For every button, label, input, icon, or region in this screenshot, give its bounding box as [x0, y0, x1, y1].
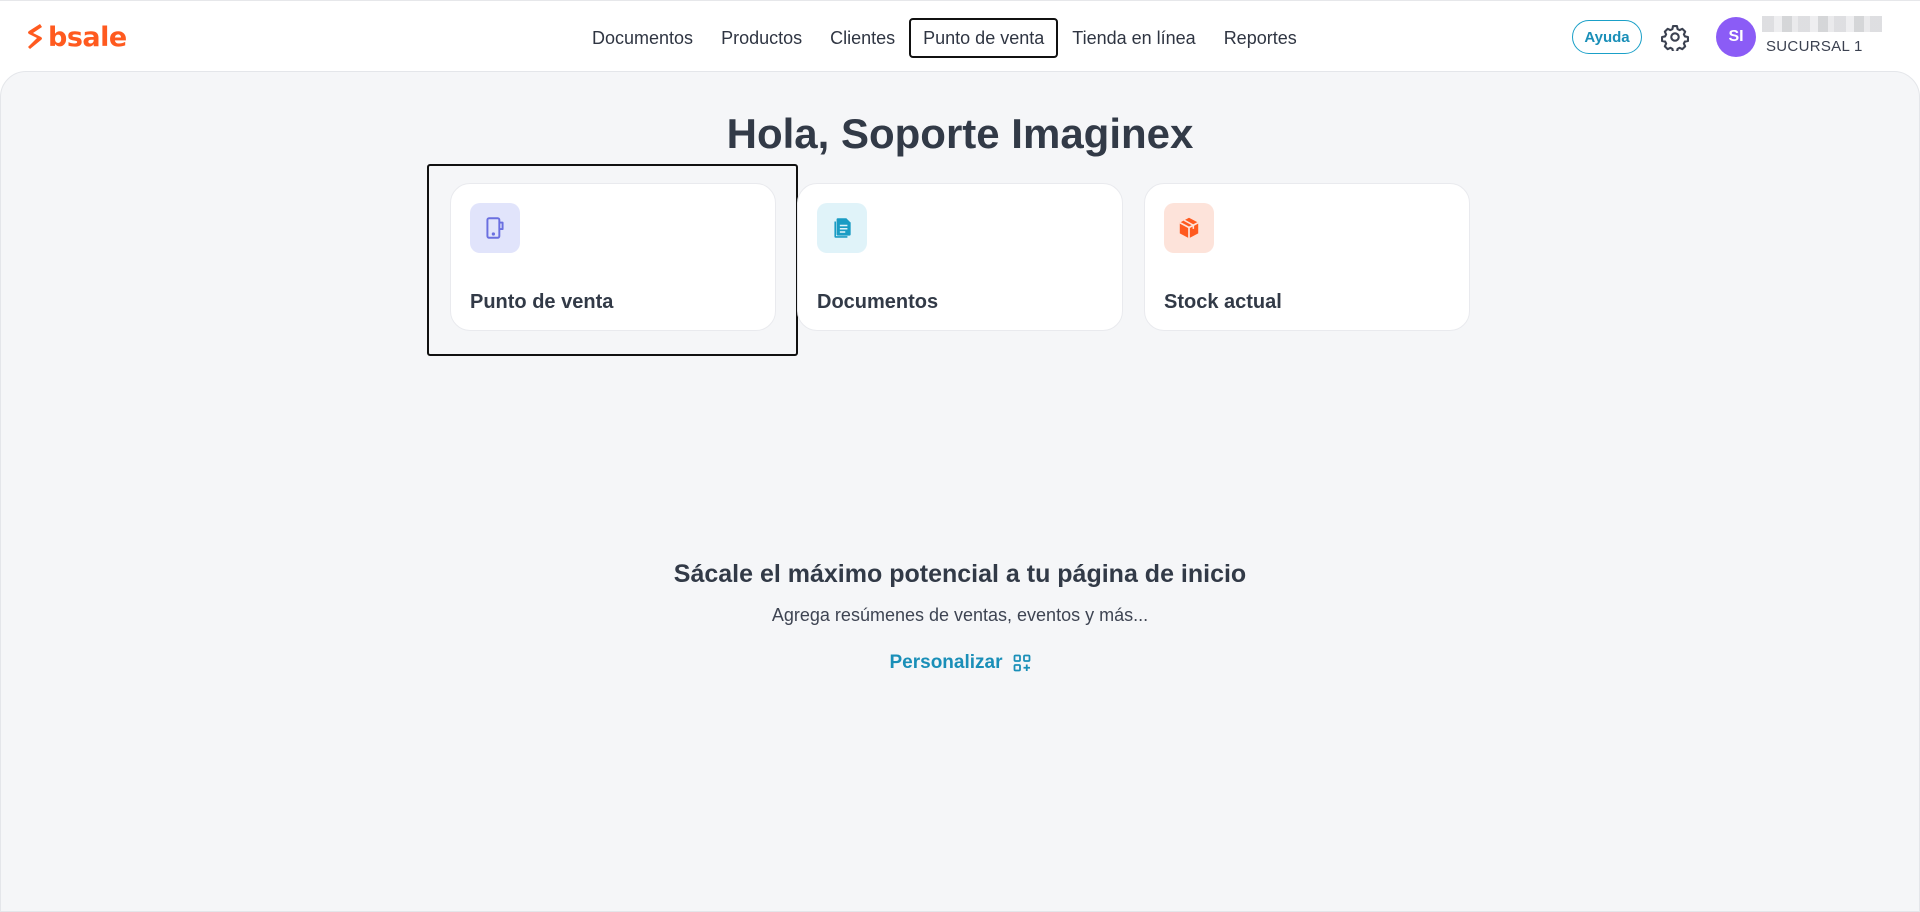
bsale-logo-text: bsale [48, 21, 127, 53]
nav-item-documentos[interactable]: Documentos [578, 18, 707, 58]
card-label: Stock actual [1164, 291, 1282, 313]
pos-icon-tile [470, 203, 520, 253]
documents-icon [834, 218, 851, 238]
nav-item-punto-de-venta[interactable]: Punto de venta [909, 18, 1059, 58]
user-name-redacted [1762, 16, 1882, 32]
card-label: Documentos [817, 291, 939, 313]
settings-button[interactable] [1661, 23, 1689, 53]
bsale-logo[interactable]: bsale [26, 22, 127, 52]
gear-icon [1661, 24, 1689, 53]
top-navigation-bar: bsale Documentos Productos Clientes Punt… [0, 0, 1920, 72]
promo-title: Sácale el máximo potencial a tu página d… [673, 560, 1247, 588]
branch-label[interactable]: SUCURSAL 1 [1766, 38, 1863, 55]
bsale-logo-icon [28, 24, 42, 49]
customize-label: Personalizar [889, 652, 1003, 673]
shortcut-card-documentos[interactable]: Documentos [797, 183, 1123, 331]
box-icon [1179, 217, 1199, 239]
card-label: Punto de venta [470, 291, 614, 313]
nav-item-productos[interactable]: Productos [707, 18, 816, 58]
shortcut-card-punto-de-venta[interactable]: Punto de venta [450, 183, 776, 331]
shortcut-card-stock-actual[interactable]: Stock actual [1144, 183, 1470, 331]
help-button[interactable]: Ayuda [1572, 20, 1642, 54]
pos-device-icon [486, 217, 504, 239]
nav-item-tienda-en-linea[interactable]: Tienda en línea [1058, 18, 1209, 58]
stock-icon-tile [1164, 203, 1214, 253]
widgets-add-icon [1013, 654, 1030, 672]
page-title: Hola, Soporte Imaginex [726, 110, 1194, 157]
customize-link[interactable]: Personalizar [0, 652, 1920, 674]
main-nav: Documentos Productos Clientes Punto de v… [578, 18, 1311, 58]
documents-icon-tile [817, 203, 867, 253]
nav-item-clientes[interactable]: Clientes [816, 18, 909, 58]
user-avatar[interactable]: SI [1716, 17, 1756, 57]
promo-subtitle: Agrega resúmenes de ventas, eventos y má… [771, 605, 1149, 625]
nav-item-reportes[interactable]: Reportes [1210, 18, 1311, 58]
